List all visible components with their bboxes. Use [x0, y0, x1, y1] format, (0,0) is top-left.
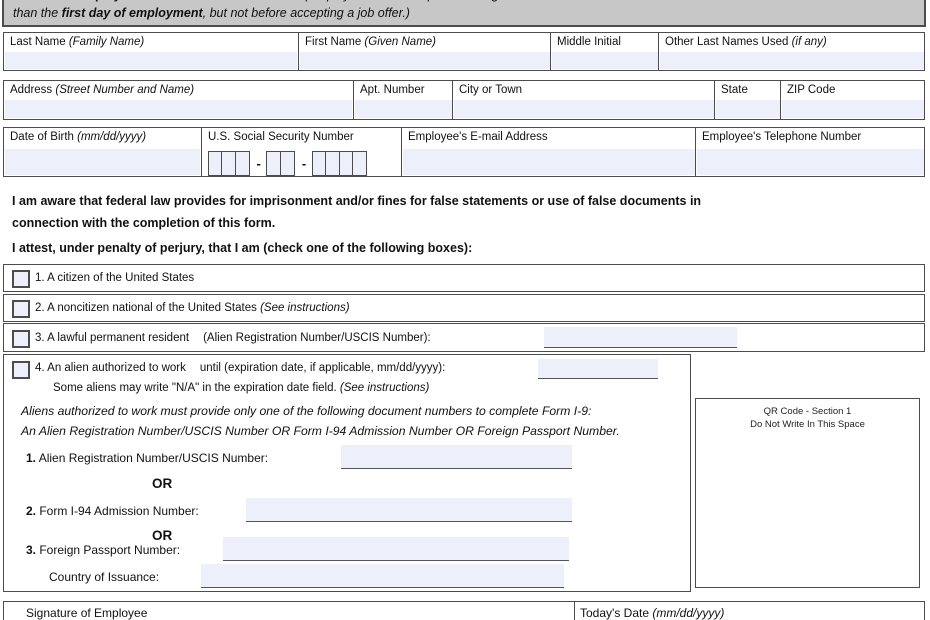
alien-registration-number-label: 1. Alien Registration Number/USCIS Numbe… [26, 451, 268, 465]
signature-of-employee-label: Signature of Employee [26, 606, 147, 620]
ssn-digit-box[interactable] [352, 151, 367, 176]
ssn-comb-input[interactable]: - - [209, 151, 367, 176]
first-name-label: First Name (Given Name) [305, 36, 436, 48]
phone-input[interactable] [697, 149, 924, 175]
last-name-input[interactable] [5, 52, 297, 69]
alien-authorized-checkbox[interactable] [12, 361, 30, 379]
name-fields-row: Last Name (Family Name) First Name (Give… [3, 32, 925, 71]
option-citizen-row: 1. A citizen of the United States [3, 264, 925, 292]
alien-registration-number-input[interactable] [341, 445, 572, 469]
first-name-input[interactable] [300, 52, 550, 69]
expiration-date-input[interactable] [538, 359, 658, 379]
or-separator-1: OR [152, 476, 172, 491]
noncitizen-national-checkbox[interactable] [12, 300, 30, 318]
email-cell: Employee's E-mail Address [401, 128, 696, 176]
other-last-names-input[interactable] [660, 52, 924, 69]
other-last-names-label: Other Last Names Used (if any) [665, 36, 827, 48]
section1-header-band: Section 1. Employee Information and Atte… [2, 0, 926, 27]
address-label: Address (Street Number and Name) [10, 84, 194, 96]
zip-cell: ZIP Code [780, 81, 925, 119]
todays-date-label: Today's Date (mm/dd/yyyy) [580, 606, 724, 620]
last-name-label: Last Name (Family Name) [10, 36, 144, 48]
ssn-digit-box[interactable] [235, 151, 250, 176]
other-last-names-cell: Other Last Names Used (if any) [658, 33, 925, 70]
dob-cell: Date of Birth (mm/dd/yyyy) [4, 128, 201, 176]
ssn-digit-box[interactable] [280, 151, 295, 176]
ssn-dash: - [295, 156, 313, 171]
dob-ssn-contact-row: Date of Birth (mm/dd/yyyy) U.S. Social S… [3, 127, 925, 177]
address-input[interactable] [5, 100, 352, 118]
first-name-cell: First Name (Given Name) [298, 33, 551, 70]
last-name-cell: Last Name (Family Name) [4, 33, 298, 70]
state-input[interactable] [716, 100, 780, 118]
option-noncitizen-national-row: 2. A noncitizen national of the United S… [3, 294, 925, 322]
i9-form-section1: Section 1. Employee Information and Atte… [0, 0, 930, 620]
alien-authorization-box: 4. An alien authorized to workuntil (exp… [3, 354, 691, 592]
noncitizen-national-label: 2. A noncitizen national of the United S… [35, 295, 350, 321]
ssn-label: U.S. Social Security Number [208, 131, 354, 143]
phone-label: Employee's Telephone Number [702, 131, 861, 143]
i94-admission-number-label: 2. Form I-94 Admission Number: [26, 504, 199, 518]
address-fields-row: Address (Street Number and Name) Apt. Nu… [3, 80, 925, 120]
apt-number-cell: Apt. Number [353, 81, 453, 119]
middle-initial-cell: Middle Initial [550, 33, 659, 70]
city-input[interactable] [454, 100, 714, 118]
country-of-issuance-label: Country of Issuance: [49, 570, 159, 584]
email-label: Employee's E-mail Address [408, 131, 548, 143]
option-permanent-resident-row: 3. A lawful permanent resident(Alien Reg… [3, 323, 925, 352]
signature-row-divider [574, 602, 575, 620]
ssn-dash: - [250, 156, 268, 171]
qr-code-box: QR Code - Section 1 Do Not Write In This… [695, 398, 920, 588]
zip-label: ZIP Code [787, 84, 835, 96]
permanent-resident-checkbox[interactable] [12, 330, 30, 348]
zip-input[interactable] [782, 100, 924, 118]
city-label: City or Town [459, 84, 522, 96]
foreign-passport-number-input[interactable] [223, 537, 569, 561]
section1-intro-line: than the first day of employment, but no… [13, 6, 410, 20]
state-label: State [721, 84, 748, 96]
city-cell: City or Town [452, 81, 715, 119]
address-cell: Address (Street Number and Name) [4, 81, 353, 119]
qr-code-subtitle: Do Not Write In This Space [696, 418, 919, 431]
email-input[interactable] [403, 149, 695, 175]
qr-code-title: QR Code - Section 1 [696, 405, 919, 418]
section1-title-clipped: Section 1. Employee Information and Atte… [13, 0, 671, 2]
phone-cell: Employee's Telephone Number [695, 128, 925, 176]
citizen-checkbox[interactable] [12, 270, 30, 288]
or-separator-2: OR [152, 528, 172, 543]
apt-number-label: Apt. Number [360, 84, 425, 96]
federal-law-warning: I am aware that federal law provides for… [12, 191, 701, 234]
apt-number-input[interactable] [355, 100, 452, 118]
attestation-instruction: I attest, under penalty of perjury, that… [12, 241, 472, 255]
dob-label: Date of Birth (mm/dd/yyyy) [10, 131, 146, 143]
country-of-issuance-input[interactable] [201, 564, 564, 588]
state-cell: State [714, 81, 781, 119]
permanent-resident-label: 3. A lawful permanent resident(Alien Reg… [35, 324, 431, 351]
foreign-passport-number-label: 3. Foreign Passport Number: [26, 543, 180, 557]
alien-authorized-label: 4. An alien authorized to workuntil (exp… [35, 362, 445, 374]
citizen-label: 1. A citizen of the United States [35, 265, 194, 291]
alien-docs-note: Aliens authorized to work must provide o… [21, 401, 620, 441]
ssn-cell: U.S. Social Security Number - - [201, 128, 402, 176]
signature-row: Signature of Employee Today's Date (mm/d… [3, 601, 925, 620]
uscis-number-input[interactable] [544, 327, 737, 348]
na-expiration-note: Some aliens may write "N/A" in the expir… [53, 382, 429, 394]
i94-admission-number-input[interactable] [246, 498, 572, 522]
middle-initial-label: Middle Initial [557, 36, 621, 48]
middle-initial-input[interactable] [552, 52, 658, 69]
dob-input[interactable] [5, 149, 200, 175]
